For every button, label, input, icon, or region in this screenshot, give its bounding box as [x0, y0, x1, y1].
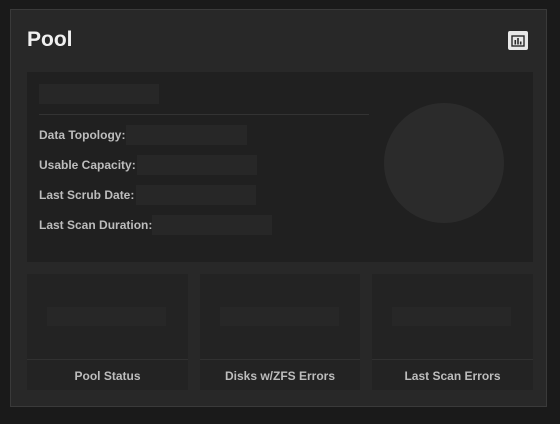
pool-status-label: Pool Status: [74, 369, 141, 383]
disks-zfs-errors-value-placeholder: [220, 307, 339, 326]
last-scan-duration-label: Last Scan Duration:: [39, 218, 153, 232]
tile-divider: [372, 359, 533, 360]
data-topology-label: Data Topology:: [39, 128, 126, 142]
last-scan-errors-value-placeholder: [392, 307, 511, 326]
disks-zfs-errors-label: Disks w/ZFS Errors: [224, 369, 336, 383]
tile-divider: [27, 359, 188, 360]
usable-capacity-label: Usable Capacity:: [39, 158, 136, 172]
pool-widget-card: Pool Data Topology: Usable Capacity: Las…: [10, 9, 547, 407]
details-divider: [39, 114, 369, 115]
last-scan-errors-tile: Last Scan Errors: [372, 274, 533, 390]
usage-gauge-placeholder: [384, 103, 504, 223]
reports-button[interactable]: [508, 31, 528, 50]
last-scan-duration-value-placeholder: [152, 215, 272, 235]
last-scrub-date-value-placeholder: [136, 185, 256, 205]
pool-details-panel: Data Topology: Usable Capacity: Last Scr…: [27, 72, 533, 262]
pool-name-placeholder: [39, 84, 159, 104]
widget-title: Pool: [27, 28, 73, 51]
usable-capacity-value-placeholder: [137, 155, 257, 175]
pool-status-value-placeholder: [47, 307, 166, 326]
disks-zfs-errors-tile: Disks w/ZFS Errors: [200, 274, 360, 390]
last-scan-errors-label: Last Scan Errors: [404, 369, 501, 383]
pool-status-tile: Pool Status: [27, 274, 188, 390]
last-scrub-date-label: Last Scrub Date:: [39, 188, 135, 202]
data-topology-value-placeholder: [126, 125, 247, 145]
tile-divider: [200, 359, 360, 360]
bar-chart-icon: [508, 31, 528, 50]
